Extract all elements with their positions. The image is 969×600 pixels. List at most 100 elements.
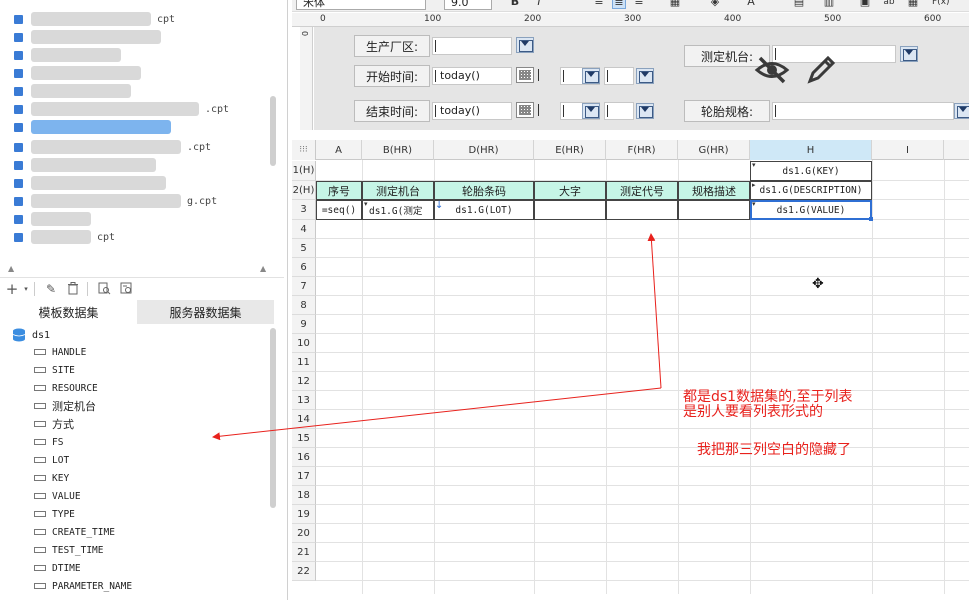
cell-h3-selected[interactable]: ds1.G(VALUE) [750,200,872,220]
file-item[interactable]: .cpt [14,100,229,118]
file-item[interactable] [14,156,162,174]
row-header[interactable]: 1(H) [292,161,316,181]
tab-template-dataset[interactable]: 模板数据集 [0,300,137,324]
file-item-selected[interactable] [14,118,177,136]
border-icon[interactable]: ▦ [668,0,682,9]
text-direction-icon[interactable]: ab [882,0,896,9]
dataset-tree-scrollbar[interactable] [270,328,276,508]
align-right-icon[interactable]: ≡ [632,0,646,9]
tire-spec-dropdown-icon[interactable] [954,103,969,119]
file-item[interactable]: g.cpt [14,192,217,210]
file-item[interactable]: .cpt [14,138,211,156]
dataset-field[interactable]: TYPE [34,505,75,523]
start-minute-input[interactable] [604,67,634,85]
file-item[interactable]: cpt [14,228,115,246]
font-size-select[interactable]: 9.0 [444,0,492,10]
cell-g3[interactable] [678,200,750,220]
collapse-down-icon[interactable]: ▲ [260,264,266,273]
start-hour-dropdown-icon[interactable] [582,68,600,84]
edit-pencil-icon[interactable]: ✎ [41,280,61,298]
row-header[interactable]: 16 [292,448,316,467]
file-item[interactable] [14,28,167,46]
cell-d2[interactable]: 轮胎条码 [434,181,534,200]
cell-d3[interactable]: ds1.G(LOT) [434,200,534,220]
row-header[interactable]: 4 [292,220,316,239]
dataset-node[interactable]: ds1 [12,326,50,344]
end-time-input[interactable]: today() [432,102,512,120]
row-header[interactable]: 21 [292,543,316,562]
dataset-field[interactable]: SITE [34,361,75,379]
tab-server-dataset[interactable]: 服务器数据集 [137,300,274,324]
cell-a3[interactable]: =seq() [316,200,362,220]
select-all-corner[interactable]: ⁝⁝⁝ [292,140,316,160]
row-header[interactable]: 10 [292,334,316,353]
add-dropdown-icon[interactable]: ▾ [22,280,30,298]
start-minute-dropdown-icon[interactable] [636,68,654,84]
column-header-d[interactable]: D(HR) [434,140,534,160]
preview-dataset-icon[interactable] [94,280,114,298]
row-header[interactable]: 17 [292,467,316,486]
insert-image-icon[interactable]: ▣ [858,0,872,9]
dataset-settings-icon[interactable] [116,280,136,298]
dataset-field[interactable]: KEY [34,469,69,487]
row-header[interactable]: 2(H) [292,181,316,200]
font-color-icon[interactable]: A [744,0,758,9]
end-minute-input[interactable] [604,102,634,120]
row-header[interactable]: 12 [292,372,316,391]
dataset-field[interactable]: FS [34,433,63,451]
column-header-f[interactable]: F(HR) [606,140,678,160]
bold-icon[interactable]: B [508,0,522,9]
column-header-g[interactable]: G(HR) [678,140,750,160]
dataset-field[interactable]: HANDLE [34,343,86,361]
cell-g2[interactable]: 规格描述 [678,181,750,200]
cell-a2[interactable]: 序号 [316,181,362,200]
row-header[interactable]: 15 [292,429,316,448]
factory-dropdown-icon[interactable] [516,37,534,53]
row-header[interactable]: 8 [292,296,316,315]
machine-dropdown-icon[interactable] [900,46,918,62]
dataset-field[interactable]: VALUE [34,487,81,505]
row-header[interactable]: 19 [292,505,316,524]
align-left-icon[interactable]: ≡ [592,0,606,9]
column-header-a[interactable]: A [316,140,362,160]
row-header[interactable]: 5 [292,239,316,258]
row-header[interactable]: 18 [292,486,316,505]
factory-input[interactable] [432,37,512,55]
align-center-icon[interactable]: ≡ [612,0,626,9]
file-item[interactable] [14,46,127,64]
dataset-field[interactable]: 测定机台 [34,397,96,415]
tire-spec-input[interactable] [772,102,954,120]
dataset-field[interactable]: LOT [34,451,69,469]
collapse-up-icon[interactable]: ▲ [8,264,14,273]
row-header[interactable]: 9 [292,315,316,334]
row-header[interactable]: 6 [292,258,316,277]
file-item[interactable] [14,174,172,192]
dataset-field[interactable]: CREATE_TIME [34,523,115,541]
merge-cells-icon[interactable]: ▤ [792,0,806,9]
file-item[interactable] [14,64,147,82]
row-header[interactable]: 22 [292,562,316,581]
row-header[interactable]: 14 [292,410,316,429]
row-header[interactable]: 11 [292,353,316,372]
row-header[interactable]: 3 [292,200,316,220]
font-name-select[interactable]: 宋体 [296,0,426,10]
cell-b2[interactable]: 测定机台 [362,181,434,200]
row-header[interactable]: 13 [292,391,316,410]
column-header-e[interactable]: E(HR) [534,140,606,160]
column-header-b[interactable]: B(HR) [362,140,434,160]
cell-f3[interactable] [606,200,678,220]
end-minute-dropdown-icon[interactable] [636,103,654,119]
italic-icon[interactable]: I [532,0,546,9]
cell-h2[interactable]: ds1.G(DESCRIPTION) [750,181,872,200]
cell-h1[interactable]: ds1.G(KEY) [750,161,872,181]
chart-icon[interactable]: ▦ [906,0,920,9]
cell-b3[interactable]: ds1.G(测定 [362,200,434,220]
cell-e3[interactable] [534,200,606,220]
cell-f2[interactable]: 测定代号 [606,181,678,200]
row-header[interactable]: 20 [292,524,316,543]
column-header-i[interactable]: I [872,140,944,160]
row-header[interactable]: 7 [292,277,316,296]
dataset-field[interactable]: 方式 [34,415,74,433]
delete-trash-icon[interactable] [63,280,83,298]
end-calendar-icon[interactable] [516,102,534,118]
